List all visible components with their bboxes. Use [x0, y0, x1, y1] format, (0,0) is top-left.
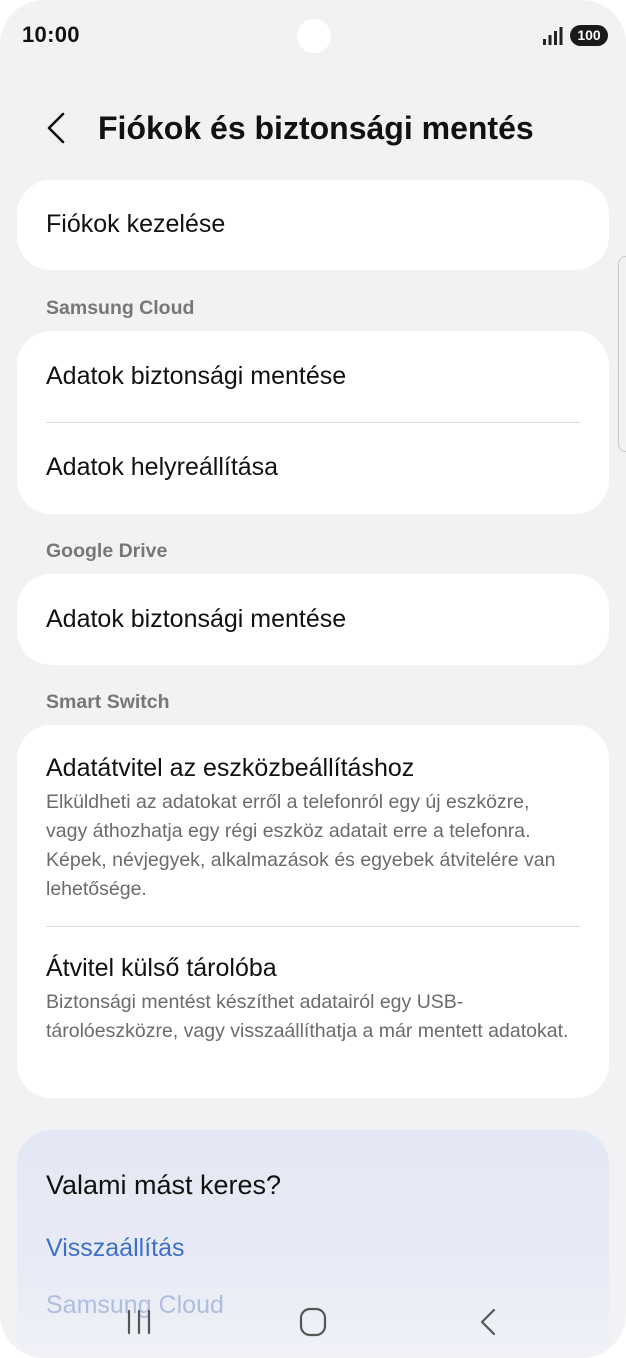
signal-icon [543, 27, 563, 45]
page-header: Fiókok és biztonsági mentés [0, 98, 626, 160]
samsung-cloud-restore-label: Adatok helyreállítása [46, 453, 279, 481]
section-label-google-drive: Google Drive [46, 540, 168, 562]
device-transfer-item[interactable]: Adatátvitel az eszközbeállításhoz Elküld… [17, 725, 609, 926]
recents-icon[interactable] [119, 1302, 159, 1342]
manage-accounts-label: Fiókok kezelése [46, 210, 226, 238]
status-bar: 10:00 100 [0, 0, 626, 70]
google-drive-backup-item[interactable]: Adatok biztonsági mentése [17, 574, 609, 665]
samsung-cloud-backup-item[interactable]: Adatok biztonsági mentése [17, 331, 609, 422]
device-transfer-description: Elküldheti az adatokat erről a telefonró… [46, 791, 556, 900]
device-transfer-title: Adatátvitel az eszközbeállításhoz [46, 754, 415, 782]
scrollbar[interactable] [618, 256, 626, 452]
camera-cutout [297, 19, 331, 53]
samsung-cloud-restore-item[interactable]: Adatok helyreállítása [17, 423, 609, 514]
page-title: Fiókok és biztonsági mentés [98, 110, 534, 146]
phone-screen: 10:00 100 Fiókok és biztonsági mentés Fi… [0, 0, 626, 1358]
external-storage-item[interactable]: Átvitel külső tárolóba Biztonsági mentés… [17, 927, 609, 1098]
chevron-left-icon[interactable] [38, 108, 78, 148]
samsung-cloud-backup-label: Adatok biztonsági mentése [46, 362, 347, 390]
status-time: 10:00 [22, 22, 80, 47]
section-label-smart-switch: Smart Switch [46, 691, 170, 713]
section-label-samsung-cloud: Samsung Cloud [46, 297, 195, 319]
smart-switch-card: Adatátvitel az eszközbeállításhoz Elküld… [17, 725, 609, 1098]
suggestions-title: Valami mást keres? [46, 1170, 282, 1200]
google-drive-card: Adatok biztonsági mentése [17, 574, 609, 665]
external-storage-title: Átvitel külső tárolóba [46, 954, 277, 982]
navigation-bar [0, 1288, 626, 1358]
accounts-card: Fiókok kezelése [17, 180, 609, 270]
manage-accounts-item[interactable]: Fiókok kezelése [17, 180, 609, 270]
back-icon[interactable] [469, 1302, 509, 1342]
home-icon[interactable] [293, 1302, 333, 1342]
google-drive-backup-label: Adatok biztonsági mentése [46, 605, 347, 633]
samsung-cloud-card: Adatok biztonsági mentése Adatok helyreá… [17, 331, 609, 514]
battery-indicator: 100 [570, 25, 608, 46]
suggestion-link-reset[interactable]: Visszaállítás [46, 1234, 185, 1263]
external-storage-description: Biztonsági mentést készíthet adatairól e… [46, 991, 569, 1042]
